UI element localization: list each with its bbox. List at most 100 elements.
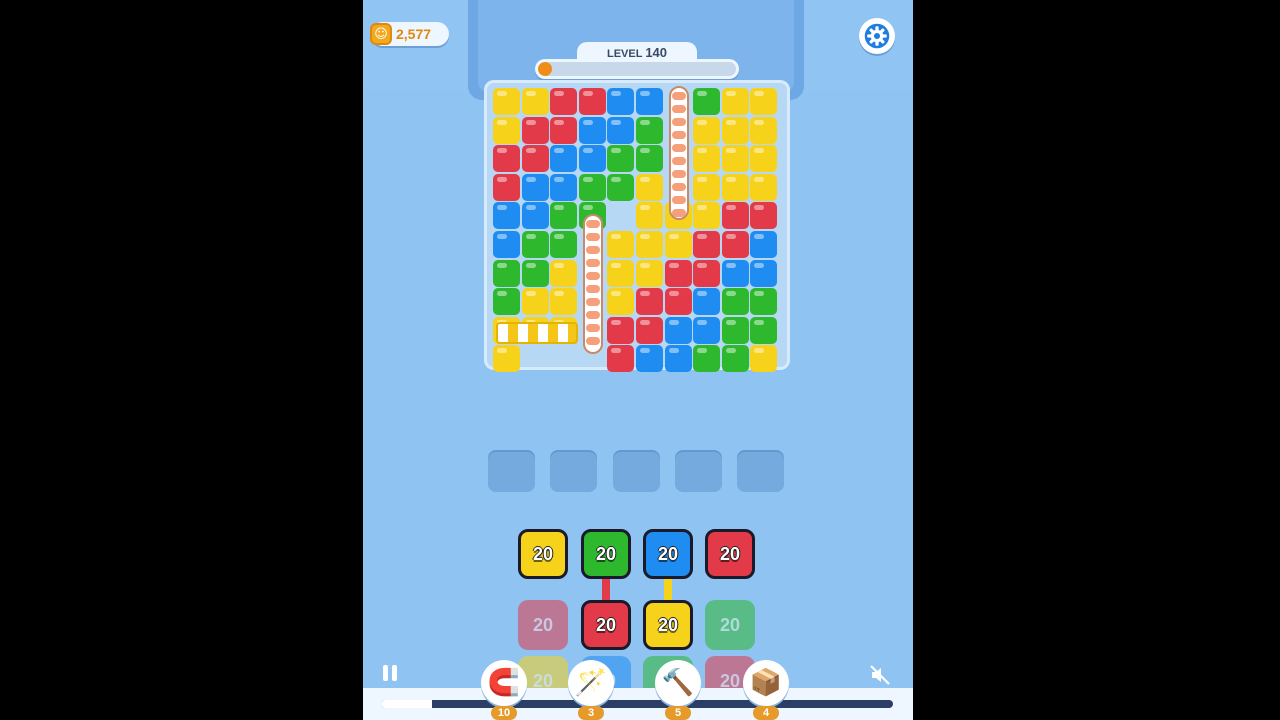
pipe-left	[583, 214, 603, 354]
block-cell	[607, 116, 635, 144]
block-cell	[521, 259, 549, 287]
block-cell	[721, 173, 749, 201]
block-cell	[493, 288, 520, 316]
block-cell	[693, 88, 721, 115]
block-cell	[721, 316, 749, 344]
block-cell	[693, 259, 721, 287]
block-cell	[664, 259, 692, 287]
block-cell	[750, 116, 778, 144]
buffer-slot[interactable]	[674, 450, 722, 492]
block-cell	[550, 202, 578, 230]
block-cell	[721, 231, 749, 258]
block-cell	[693, 345, 721, 373]
block-cell	[693, 288, 721, 316]
block-cell	[550, 259, 578, 287]
buffer-slot[interactable]	[737, 450, 785, 492]
block-cell	[493, 345, 520, 373]
holder-link	[664, 577, 672, 602]
shuffle-box-icon: 📦	[749, 668, 783, 698]
hammer-icon: 🔨	[661, 668, 695, 698]
buffer-slot[interactable]	[612, 450, 660, 492]
block-cell	[636, 173, 663, 201]
pipe-segment	[672, 105, 686, 113]
block-cell	[550, 231, 578, 258]
block-cell	[550, 145, 578, 173]
block-cell	[521, 116, 549, 144]
pause-icon	[383, 665, 388, 681]
block-cell	[521, 202, 549, 230]
block-cell	[693, 316, 721, 344]
pipe-segment	[586, 272, 600, 280]
pause-button[interactable]	[383, 665, 399, 683]
block-cell	[750, 173, 778, 201]
pipe-segment	[672, 131, 686, 139]
color-holder[interactable]: 20	[518, 600, 568, 650]
block-cell	[721, 288, 749, 316]
pipe-segment	[672, 157, 686, 165]
block-cell	[721, 88, 749, 115]
pipe-segment	[672, 209, 686, 217]
magic-wand-icon: 🪄	[574, 668, 608, 698]
block-cell	[664, 316, 692, 344]
booster-count: 10	[491, 706, 517, 720]
block-cell	[721, 145, 749, 173]
block-cell	[721, 116, 749, 144]
block-cell	[750, 202, 778, 230]
block-cell	[636, 145, 663, 173]
block-cell	[578, 116, 606, 144]
coin-counter[interactable]: ☺ 2,577	[370, 22, 449, 46]
color-holder[interactable]: 20	[643, 529, 693, 579]
block-cell	[664, 288, 692, 316]
pipe-segment	[586, 311, 600, 319]
color-holder[interactable]: 20	[643, 600, 693, 650]
pipe-segment	[672, 118, 686, 126]
settings-button[interactable]	[859, 18, 895, 54]
booster-count: 4	[753, 706, 779, 720]
block-cell	[493, 88, 520, 115]
block-cell	[693, 202, 721, 230]
block-cell	[664, 231, 692, 258]
pipe-segment	[586, 337, 600, 345]
booster-button[interactable]: 📦	[743, 660, 789, 706]
block-cell	[607, 259, 635, 287]
buffer-slot[interactable]	[488, 450, 535, 492]
block-cell	[636, 316, 663, 344]
coin-amount: 2,577	[396, 26, 432, 42]
block-cell	[493, 173, 520, 201]
block-cell	[521, 288, 549, 316]
block-cell	[607, 145, 635, 173]
magnet-icon: 🧲	[487, 668, 521, 698]
block-cell	[493, 231, 520, 258]
color-holder[interactable]: 20	[581, 529, 631, 579]
pipe-segment	[586, 220, 600, 228]
block-cell	[521, 231, 549, 258]
pipe-segment	[586, 285, 600, 293]
mute-button[interactable]	[869, 664, 893, 686]
color-holder[interactable]: 20	[518, 529, 568, 579]
pipe-right	[669, 86, 689, 220]
color-holder[interactable]: 20	[705, 600, 755, 650]
block-cell	[693, 173, 721, 201]
block-cell	[721, 259, 749, 287]
block-cell	[693, 145, 721, 173]
block-cell	[607, 173, 635, 201]
booster-button[interactable]: 🪄	[568, 660, 614, 706]
block-cell	[607, 231, 635, 258]
block-cell	[550, 88, 578, 115]
booster-count: 5	[665, 706, 691, 720]
block-cell	[607, 345, 635, 373]
block-cell	[750, 259, 778, 287]
block-cell	[521, 145, 549, 173]
booster-button[interactable]: 🔨	[655, 660, 701, 706]
block-cell	[750, 231, 778, 258]
booster-button[interactable]: 🧲	[481, 660, 527, 706]
booster-count: 3	[578, 706, 604, 720]
block-cell	[493, 259, 520, 287]
holder-link	[602, 577, 610, 602]
block-cell	[636, 259, 663, 287]
buffer-slot[interactable]	[550, 450, 598, 492]
color-holder[interactable]: 20	[705, 529, 755, 579]
block-cell	[721, 345, 749, 373]
color-holder[interactable]: 20	[581, 600, 631, 650]
block-cell	[664, 345, 692, 373]
